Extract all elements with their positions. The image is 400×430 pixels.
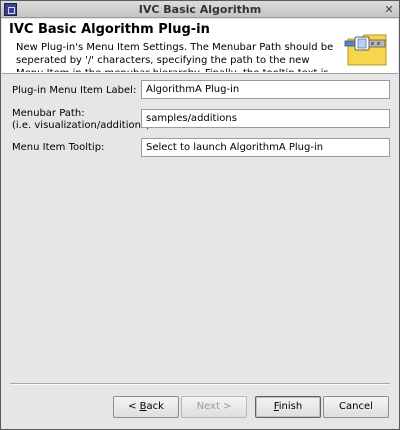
close-icon[interactable]: ✕ — [382, 3, 396, 16]
back-button-label: ack — [146, 401, 164, 412]
page-description: New Plug-in's Menu Item Settings. The Me… — [16, 42, 334, 72]
wizard-window: IVC Basic Algorithm ✕ IVC Basic Algorith… — [0, 0, 400, 430]
finish-button[interactable]: Finish — [255, 396, 321, 418]
button-separator — [10, 383, 390, 385]
menubar-path-input[interactable] — [141, 109, 390, 128]
cancel-button[interactable]: Cancel — [323, 396, 389, 418]
plugin-folder-icon — [344, 34, 387, 66]
page-title: IVC Basic Algorithm Plug-in — [9, 22, 210, 37]
menubar-path-hint: (i.e. visualization/additions) — [12, 120, 151, 131]
finish-button-label: inish — [278, 401, 303, 412]
back-button-mnemonic: B — [139, 401, 147, 412]
next-button[interactable]: Next > — [181, 396, 247, 418]
back-button-prefix: < — [128, 401, 140, 412]
back-button[interactable]: < Back — [113, 396, 179, 418]
wizard-banner: IVC Basic Algorithm Plug-in New Plug-in'… — [2, 19, 398, 74]
title-bar[interactable]: IVC Basic Algorithm ✕ — [1, 1, 399, 18]
tooltip-caption: Menu Item Tooltip: — [12, 142, 105, 153]
menu-item-label-input[interactable] — [141, 80, 390, 99]
window-title: IVC Basic Algorithm — [138, 3, 262, 16]
menu-item-label-caption: Plug-in Menu Item Label: — [12, 85, 137, 96]
tooltip-input[interactable] — [141, 138, 390, 157]
